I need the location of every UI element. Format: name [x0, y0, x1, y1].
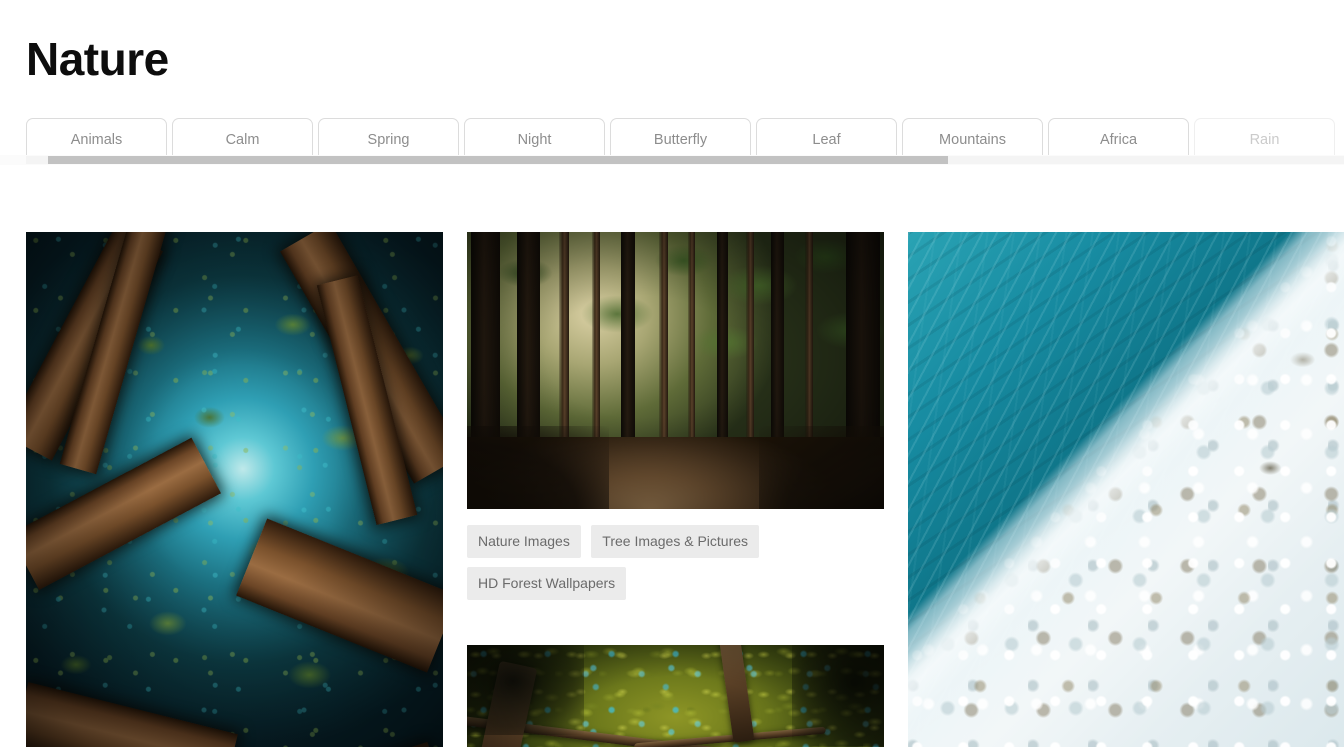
tab-label: Animals	[70, 131, 123, 148]
tab-label: Night	[517, 131, 552, 148]
tab-animals[interactable]: Animals	[26, 118, 167, 160]
tab-label: Calm	[225, 131, 260, 148]
tag-chip[interactable]: Tree Images & Pictures	[591, 525, 760, 558]
gallery-column-3	[908, 232, 1344, 747]
photo-card	[908, 232, 1344, 747]
tab-spring[interactable]: Spring	[318, 118, 459, 160]
vignette	[26, 232, 443, 747]
tab-africa[interactable]: Africa	[1048, 118, 1189, 160]
tab-label: Rain	[1249, 131, 1280, 148]
tab-butterfly[interactable]: Butterfly	[610, 118, 751, 160]
tabs-horizontal-scrollbar[interactable]	[0, 155, 1344, 165]
tabs-row: Animals Calm Spring Night Butterfly Leaf…	[26, 118, 1335, 160]
photo-grid: Nature Images Tree Images & Pictures HD …	[26, 232, 1344, 747]
gallery-column-2: Nature Images Tree Images & Pictures HD …	[467, 232, 884, 747]
photo-card: Nature Images Tree Images & Pictures HD …	[467, 232, 884, 609]
page-title: Nature	[26, 33, 169, 85]
redwood-canopy-photo[interactable]	[26, 232, 443, 747]
tab-label: Butterfly	[653, 131, 708, 148]
photo-tags: Nature Images Tree Images & Pictures HD …	[467, 525, 884, 609]
gallery-column-1	[26, 232, 443, 747]
tab-label: Leaf	[812, 131, 841, 148]
wave-crest	[908, 232, 1344, 747]
forest-path-photo[interactable]	[467, 232, 884, 509]
tree-branches-photo[interactable]	[467, 645, 884, 747]
tab-leaf[interactable]: Leaf	[756, 118, 897, 160]
tab-mountains[interactable]: Mountains	[902, 118, 1043, 160]
vignette	[467, 232, 884, 509]
tab-calm[interactable]: Calm	[172, 118, 313, 160]
ocean-wave-photo[interactable]	[908, 232, 1344, 747]
photo-card	[26, 232, 443, 747]
tab-label: Spring	[367, 131, 410, 148]
tag-chip[interactable]: Nature Images	[467, 525, 581, 558]
vignette	[467, 645, 884, 747]
tag-chip[interactable]: HD Forest Wallpapers	[467, 567, 627, 600]
nature-gallery-page: Nature Animals Calm Spring Night Butterf…	[0, 0, 1344, 747]
photo-card	[467, 645, 884, 747]
tab-night[interactable]: Night	[464, 118, 605, 160]
tab-rain[interactable]: Rain	[1194, 118, 1335, 160]
scrollbar-thumb[interactable]	[48, 156, 948, 164]
tab-label: Mountains	[939, 131, 1006, 148]
tab-label: Africa	[1099, 131, 1138, 148]
